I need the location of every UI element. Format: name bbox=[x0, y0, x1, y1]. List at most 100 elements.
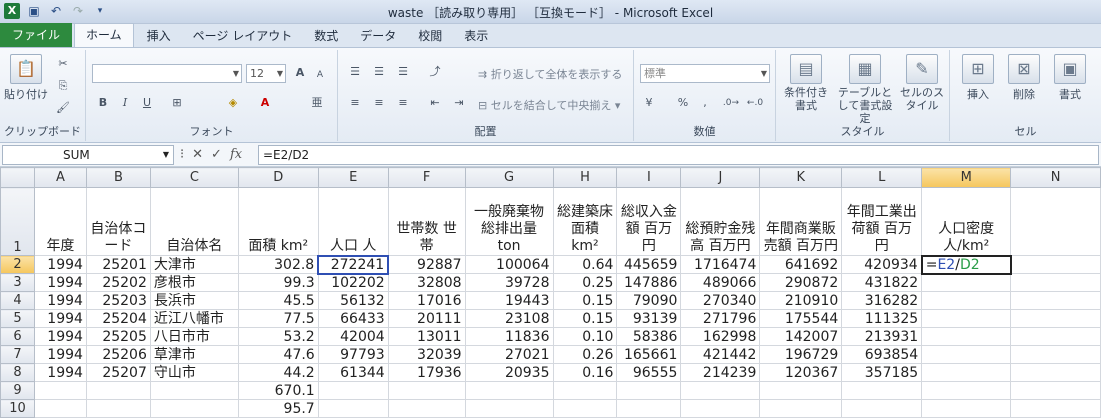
format-painter-icon[interactable]: 🖌 bbox=[54, 100, 72, 116]
grid-cell[interactable]: 1994 bbox=[33, 255, 87, 274]
formula-menu-icon[interactable]: ⁝ bbox=[180, 146, 184, 164]
grid-cell[interactable]: 489066 bbox=[680, 273, 761, 292]
grid-cell[interactable]: 431822 bbox=[841, 273, 923, 292]
number-format-combo[interactable]: 標準 ▼ bbox=[640, 64, 770, 83]
grid-cell[interactable]: 25207 bbox=[85, 363, 151, 382]
grid-cell[interactable]: 42004 bbox=[317, 327, 389, 346]
header-cell[interactable]: 人口 人 bbox=[317, 187, 389, 256]
align-center-icon[interactable]: ≡ bbox=[370, 95, 388, 111]
grid-cell[interactable] bbox=[387, 381, 466, 400]
grid-cell[interactable]: 196729 bbox=[759, 345, 843, 364]
insert-cells-button[interactable]: ⊞ 挿入 bbox=[956, 54, 1000, 102]
grid-cell[interactable] bbox=[616, 399, 682, 418]
enter-icon[interactable]: ✓ bbox=[211, 146, 222, 164]
grid-cell[interactable] bbox=[1010, 399, 1101, 418]
grid-cell[interactable] bbox=[1010, 255, 1101, 274]
column-header-e[interactable]: E bbox=[317, 167, 389, 188]
header-cell[interactable]: 年度 bbox=[33, 187, 87, 256]
tab-page-layout[interactable]: ページ レイアウト bbox=[182, 25, 304, 47]
grid-cell[interactable]: 25204 bbox=[85, 309, 151, 328]
grid-cell[interactable]: 17016 bbox=[387, 291, 466, 310]
currency-icon[interactable]: ¥ bbox=[640, 95, 658, 111]
grid-cell[interactable] bbox=[1010, 345, 1101, 364]
grid-cell[interactable]: 165661 bbox=[616, 345, 682, 364]
grid-cell[interactable] bbox=[921, 309, 1012, 328]
delete-cells-button[interactable]: ⊠ 削除 bbox=[1002, 54, 1046, 102]
column-header-l[interactable]: L bbox=[841, 167, 923, 188]
wrap-text-button[interactable]: ⇉ 折り返して全体を表示する bbox=[478, 66, 622, 82]
grid-cell[interactable]: 25202 bbox=[85, 273, 151, 292]
grid-cell[interactable]: 0.64 bbox=[552, 255, 618, 274]
grid-cell[interactable]: 147886 bbox=[616, 273, 682, 292]
column-header-g[interactable]: G bbox=[464, 167, 554, 188]
grid-cell[interactable] bbox=[1010, 327, 1101, 346]
grid-cell[interactable]: 214239 bbox=[680, 363, 761, 382]
copy-icon[interactable]: ⎘ bbox=[54, 78, 72, 94]
grid-cell[interactable]: 210910 bbox=[759, 291, 843, 310]
grid-cell[interactable] bbox=[921, 399, 1012, 418]
header-cell[interactable]: 総預貯金残高 百万円 bbox=[680, 187, 761, 256]
shrink-font-icon[interactable]: A bbox=[311, 67, 329, 83]
cell-styles-button[interactable]: ✎ セルのスタイル bbox=[898, 54, 946, 112]
grid-cell[interactable]: 0.15 bbox=[552, 291, 618, 310]
grid-cell[interactable]: 25201 bbox=[85, 255, 151, 274]
header-cell[interactable]: 総建築床面積 km² bbox=[552, 187, 618, 256]
border-icon[interactable]: ⊞ bbox=[168, 95, 186, 111]
column-header-a[interactable]: A bbox=[33, 167, 87, 188]
tab-file[interactable]: ファイル bbox=[0, 23, 73, 47]
grid-cell[interactable]: 111325 bbox=[841, 309, 923, 328]
header-cell[interactable]: 人口密度 人/km² bbox=[921, 187, 1012, 256]
orientation-icon[interactable]: ⤴ bbox=[426, 64, 444, 80]
grid-cell[interactable]: 77.5 bbox=[237, 309, 319, 328]
grid-cell[interactable]: 272241 bbox=[317, 254, 390, 275]
paste-button[interactable]: 📋 貼り付け bbox=[4, 54, 48, 102]
grid-cell[interactable] bbox=[387, 399, 466, 418]
grid-cell[interactable] bbox=[1010, 381, 1101, 400]
header-cell[interactable]: 自治体名 bbox=[149, 187, 239, 256]
merge-center-button[interactable]: ⊟ セルを結合して中央揃え ▾ bbox=[478, 97, 620, 113]
percent-button[interactable]: % bbox=[674, 95, 692, 111]
tab-review[interactable]: 校閲 bbox=[407, 25, 453, 47]
header-cell[interactable]: 総収入金額 百万円 bbox=[616, 187, 682, 256]
grid-cell[interactable]: 20111 bbox=[387, 309, 466, 328]
grid-cell[interactable]: 44.2 bbox=[237, 363, 319, 382]
grid-cell[interactable]: 守山市 bbox=[149, 363, 239, 382]
header-cell[interactable]: 一般廃棄物総排出量 ton bbox=[464, 187, 554, 256]
italic-button[interactable]: I bbox=[116, 95, 134, 111]
tab-formulas[interactable]: 数式 bbox=[303, 25, 349, 47]
grid-cell[interactable]: 420934 bbox=[841, 255, 923, 274]
grid-cell[interactable]: 100064 bbox=[464, 255, 554, 274]
grid-cell[interactable]: 45.5 bbox=[237, 291, 319, 310]
formula-input[interactable]: =E2/D2 bbox=[258, 145, 1099, 165]
row-header[interactable]: 3 bbox=[0, 273, 35, 292]
font-size-combo[interactable]: 12 ▼ bbox=[246, 64, 286, 83]
format-cells-button[interactable]: ▣ 書式 bbox=[1048, 54, 1092, 102]
row-header[interactable]: 1 bbox=[0, 187, 35, 256]
grid-cell[interactable] bbox=[616, 381, 682, 400]
grid-cell[interactable]: 0.15 bbox=[552, 309, 618, 328]
grid-cell[interactable]: 11836 bbox=[464, 327, 554, 346]
grid-cell[interactable]: 32039 bbox=[387, 345, 466, 364]
header-cell[interactable]: 世帯数 世帯 bbox=[387, 187, 466, 256]
increase-decimal-icon[interactable]: .0→ bbox=[722, 95, 740, 111]
grid-cell[interactable]: 草津市 bbox=[149, 345, 239, 364]
grid-cell[interactable]: 近江八幡市 bbox=[149, 309, 239, 328]
grid-cell[interactable]: 13011 bbox=[387, 327, 466, 346]
column-header-c[interactable]: C bbox=[149, 167, 239, 188]
grid-cell[interactable]: 670.1 bbox=[237, 381, 319, 400]
decrease-indent-icon[interactable]: ⇤ bbox=[426, 95, 444, 111]
column-header-n[interactable]: N bbox=[1010, 167, 1101, 188]
grid-cell[interactable] bbox=[921, 381, 1012, 400]
column-header-d[interactable]: D bbox=[237, 167, 319, 188]
underline-button[interactable]: U bbox=[138, 95, 156, 111]
grid-cell[interactable] bbox=[552, 381, 618, 400]
grid-cell[interactable]: 316282 bbox=[841, 291, 923, 310]
grid-cell[interactable]: 95.7 bbox=[237, 399, 319, 418]
align-bottom-icon[interactable]: ☰ bbox=[394, 64, 412, 80]
header-cell[interactable]: 自治体コード bbox=[85, 187, 151, 256]
tab-insert[interactable]: 挿入 bbox=[136, 25, 182, 47]
grid-cell[interactable]: 66433 bbox=[317, 309, 389, 328]
align-left-icon[interactable]: ≡ bbox=[346, 95, 364, 111]
decrease-decimal-icon[interactable]: ←.0 bbox=[746, 95, 764, 111]
grid-cell[interactable]: 17936 bbox=[387, 363, 466, 382]
